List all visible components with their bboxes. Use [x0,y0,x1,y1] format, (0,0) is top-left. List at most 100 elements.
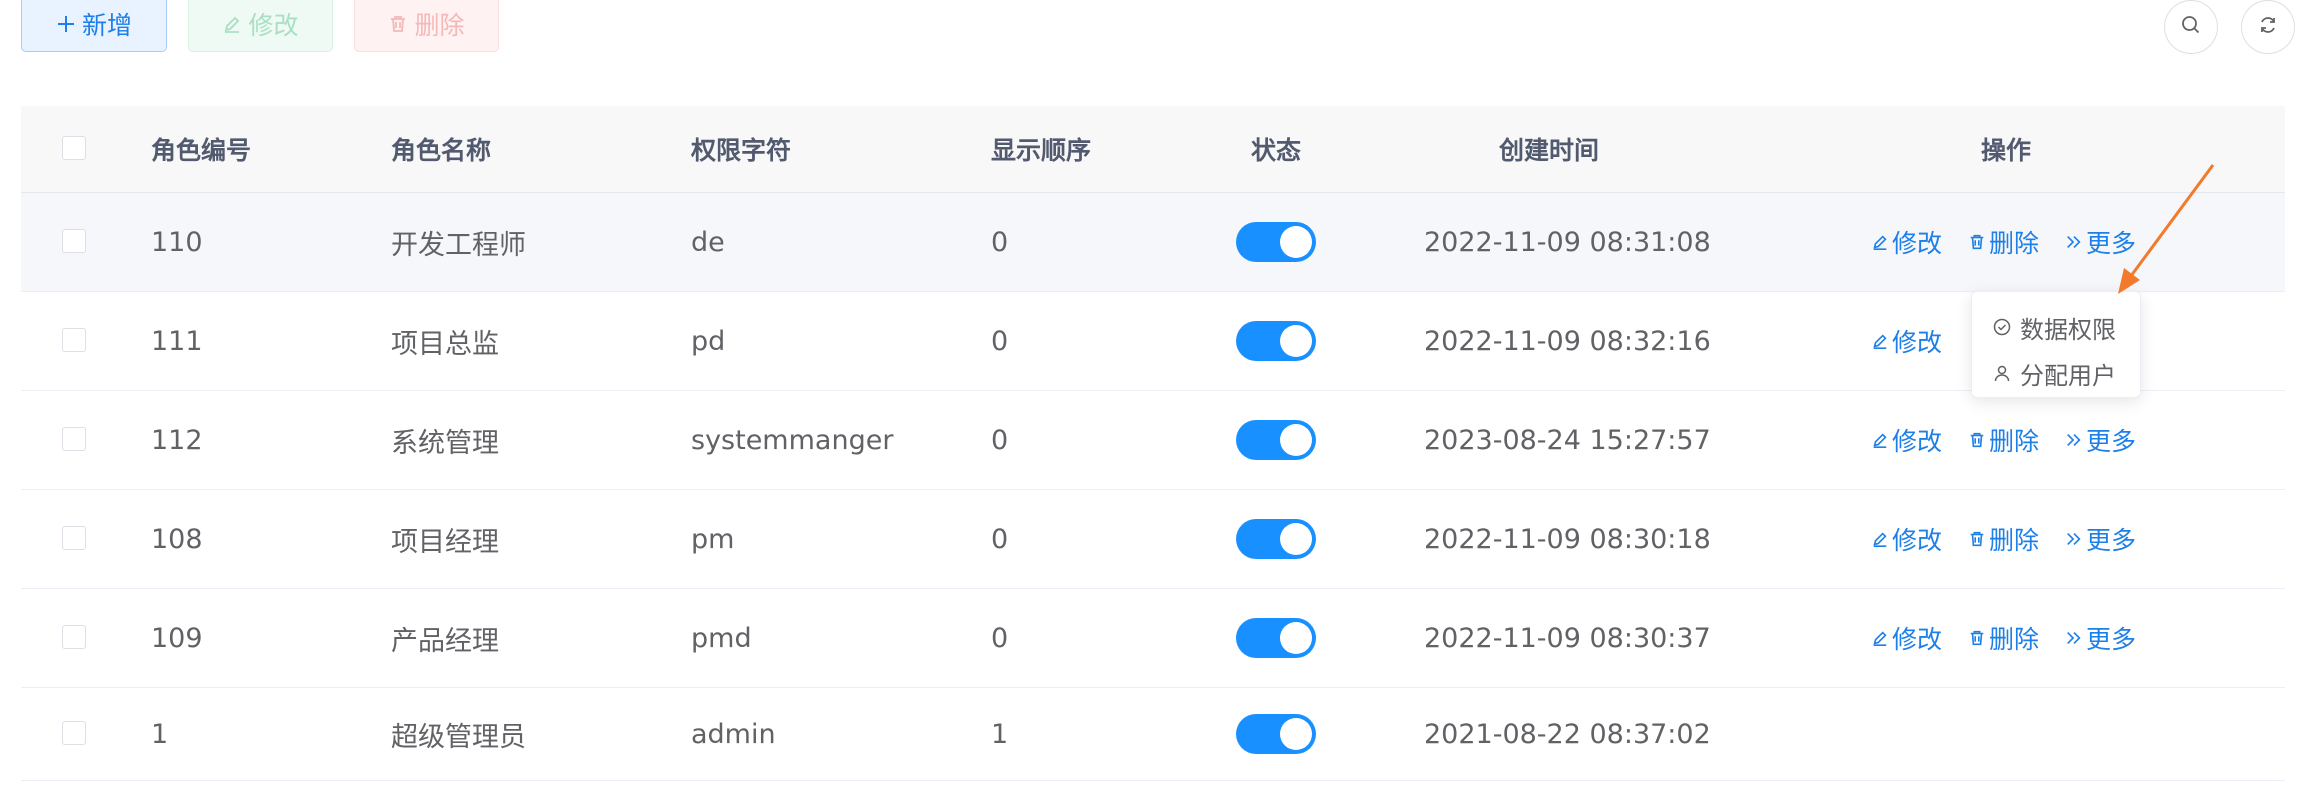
status-switch[interactable] [1236,714,1316,754]
role-sort: 0 [991,424,1009,456]
row-more-link[interactable]: 更多 [2065,422,2136,458]
create-time: 2022-11-09 08:31:08 [1424,226,1711,258]
trash-icon [1970,234,1984,250]
menu-item-assign-user[interactable]: 分配用户 [1972,350,2140,396]
menu-item-label: 分配用户 [2020,361,2116,390]
column-header: 操作 [1981,136,2032,165]
trash-icon [1970,630,1984,646]
table-row: 112 系统管理 systemmanger 0 2023-08-24 15:27… [21,391,2285,490]
trash-icon [1970,432,1984,448]
double-chevron-icon [2067,236,2081,248]
table-header: 角色编号 角色名称 权限字符 显示顺序 状态 创建时间 操作 [21,106,2285,193]
role-name: 项目总监 [391,328,499,360]
search-toggle-button[interactable] [2164,0,2218,54]
role-name: 超级管理员 [391,721,526,753]
row-more-label: 更多 [2086,625,2137,654]
table-row: 110 开发工程师 de 0 2022-11-09 08:31:08 修改 删除… [21,193,2285,292]
refresh-button[interactable] [2241,0,2295,54]
edit-button[interactable]: 修改 [188,0,333,52]
role-id: 112 [151,424,203,456]
row-checkbox[interactable] [62,229,86,253]
role-sort: 0 [991,226,1009,258]
role-key: pd [691,325,726,357]
status-switch[interactable] [1236,420,1316,460]
user-icon [1994,365,2010,382]
row-checkbox[interactable] [62,526,86,550]
role-sort: 0 [991,325,1009,357]
menu-item-data-scope[interactable]: 数据权限 [1972,304,2140,350]
create-time: 2023-08-24 15:27:57 [1424,424,1711,456]
status-switch[interactable] [1236,222,1316,262]
row-checkbox[interactable] [62,721,86,745]
row-delete-label: 删除 [1989,427,2040,456]
role-id: 110 [151,226,203,258]
double-chevron-icon [2067,434,2081,446]
add-button-label: 新增 [81,11,132,40]
create-time: 2022-11-09 08:30:37 [1424,622,1711,654]
row-checkbox[interactable] [62,427,86,451]
row-delete-link[interactable]: 删除 [1968,422,2039,458]
row-edit-label: 修改 [1892,328,1943,357]
row-delete-link[interactable]: 删除 [1968,521,2039,557]
row-edit-label: 修改 [1892,427,1943,456]
table-row: 108 项目经理 pm 0 2022-11-09 08:30:18 修改 删除 … [21,490,2285,589]
edit-icon [222,14,242,34]
trash-icon [1970,531,1984,547]
row-edit-label: 修改 [1892,229,1943,258]
table-row: 1 超级管理员 admin 1 2021-08-22 08:37:02 [21,688,2285,781]
delete-button[interactable]: 删除 [354,0,499,52]
column-header: 状态 [1250,136,1301,165]
status-switch[interactable] [1236,321,1316,361]
role-sort: 0 [991,523,1009,555]
row-edit-link[interactable]: 修改 [1871,323,1942,359]
status-switch[interactable] [1236,519,1316,559]
role-key: pmd [691,622,752,654]
status-switch[interactable] [1236,618,1316,658]
column-header: 显示顺序 [991,136,1092,165]
column-header: 权限字符 [691,136,792,165]
role-sort: 1 [991,718,1009,750]
role-id: 109 [151,622,203,654]
row-delete-label: 删除 [1989,625,2040,654]
row-edit-link[interactable]: 修改 [1871,620,1942,656]
row-checkbox[interactable] [62,328,86,352]
row-edit-link[interactable]: 修改 [1871,422,1942,458]
double-chevron-icon [2067,632,2081,644]
role-id: 108 [151,523,203,555]
plus-icon [56,14,76,34]
row-more-link[interactable]: 更多 [2065,521,2136,557]
row-edit-label: 修改 [1892,625,1943,654]
row-edit-link[interactable]: 修改 [1871,224,1942,260]
create-time: 2021-08-22 08:37:02 [1424,718,1711,750]
select-all-checkbox[interactable] [62,136,86,160]
add-button[interactable]: 新增 [21,0,167,52]
row-delete-label: 删除 [1989,526,2040,555]
role-name: 产品经理 [391,625,499,657]
column-header: 创建时间 [1499,136,1600,165]
edit-icon [1873,433,1887,449]
role-id: 1 [151,718,169,750]
create-time: 2022-11-09 08:32:16 [1424,325,1711,357]
table-row: 111 项目总监 pd 0 2022-11-09 08:32:16 修改 [21,292,2285,391]
row-delete-label: 删除 [1989,229,2040,258]
row-edit-label: 修改 [1892,526,1943,555]
trash-icon [388,14,408,34]
column-header: 角色名称 [391,136,492,165]
annotation-arrow [2118,164,2215,294]
role-name: 项目经理 [391,526,499,558]
row-more-link[interactable]: 更多 [2065,620,2136,656]
edit-icon [1873,235,1887,251]
row-checkbox[interactable] [62,625,86,649]
edit-button-label: 修改 [248,11,299,40]
table-row: 109 产品经理 pmd 0 2022-11-09 08:30:37 修改 删除… [21,589,2285,688]
row-delete-link[interactable]: 删除 [1968,620,2039,656]
role-key: systemmanger [691,424,894,456]
menu-item-label: 数据权限 [2020,315,2116,344]
edit-icon [1873,334,1887,350]
row-edit-link[interactable]: 修改 [1871,521,1942,557]
role-key: pm [691,523,735,555]
row-delete-link[interactable]: 删除 [1968,224,2039,260]
role-id: 111 [151,325,203,357]
role-sort: 0 [991,622,1009,654]
row-more-label: 更多 [2086,526,2137,555]
